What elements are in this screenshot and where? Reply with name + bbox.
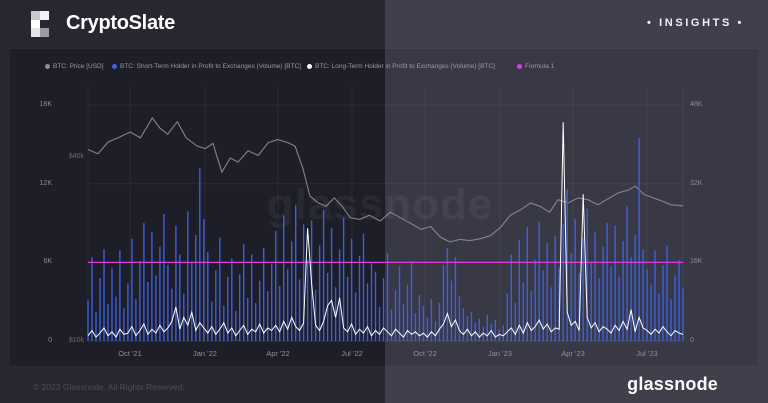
y-right-tick: 48K	[690, 101, 730, 108]
legend-dot	[112, 64, 117, 69]
x-axis-tick: Jul '23	[622, 349, 672, 358]
chart-panel	[10, 48, 758, 367]
legend-dot	[45, 64, 50, 69]
insight-card: CryptoSlate • INSIGHTS • glassnode BTC: …	[0, 0, 768, 403]
y-right-tick: 16K	[690, 258, 730, 265]
x-axis-tick: Jan '22	[180, 349, 230, 358]
legend-item-3[interactable]: BTC: Long-Term Holder in Profit to Excha…	[307, 61, 495, 71]
cryptoslate-logo-icon	[31, 11, 57, 37]
y-left-tick: 18K	[20, 101, 52, 108]
x-axis-tick: Oct '22	[400, 349, 450, 358]
copyright-text: © 2023 Glassnode. All Rights Reserved.	[33, 382, 185, 392]
glassnode-wordmark: glassnode	[627, 374, 718, 395]
insights-badge: • INSIGHTS •	[647, 17, 744, 29]
legend-label: Formula 1	[525, 63, 554, 70]
legend-label: BTC: Long-Term Holder in Profit to Excha…	[315, 63, 495, 70]
y-left-tick: 6K	[20, 258, 52, 265]
x-axis-tick: Jan '23	[475, 349, 525, 358]
price-axis-label: $10k	[44, 337, 84, 344]
legend-item-1[interactable]: BTC: Price [USD]	[45, 61, 104, 71]
legend-dot	[517, 64, 522, 69]
x-axis-tick: Oct '21	[105, 349, 155, 358]
x-axis-tick: Jul '22	[327, 349, 377, 358]
brand-title: CryptoSlate	[66, 12, 175, 35]
header: CryptoSlate • INSIGHTS •	[0, 0, 768, 48]
legend-dot	[307, 64, 312, 69]
y-right-tick: 32K	[690, 180, 730, 187]
x-axis-tick: Apr '23	[548, 349, 598, 358]
price-axis-label: $40k	[44, 153, 84, 160]
legend-label: BTC: Price [USD]	[53, 63, 104, 70]
legend-label: BTC: Short-Term Holder in Profit to Exch…	[120, 63, 301, 70]
legend-item-4[interactable]: Formula 1	[517, 61, 554, 71]
y-right-tick: 0	[690, 337, 730, 344]
y-left-tick: 12K	[20, 180, 52, 187]
legend-item-2[interactable]: BTC: Short-Term Holder in Profit to Exch…	[112, 61, 301, 71]
x-axis-tick: Apr '22	[253, 349, 303, 358]
